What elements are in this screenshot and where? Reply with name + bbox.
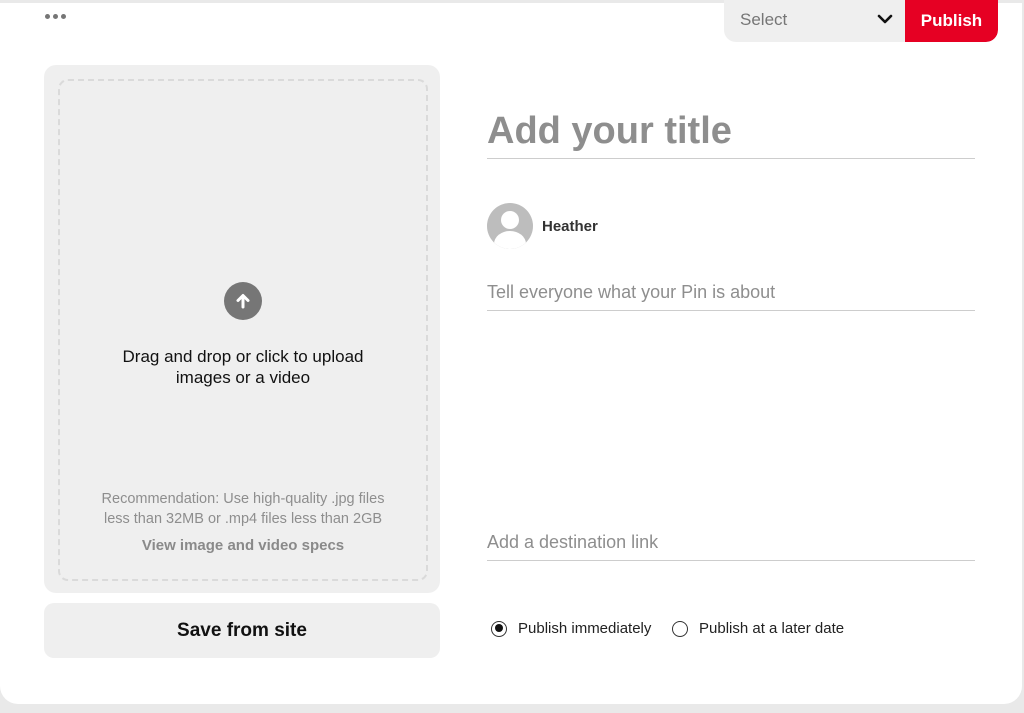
upload-panel: Drag and drop or click to upload images … [44,65,440,593]
recommendation-line1: Recommendation: Use high-quality .jpg fi… [101,491,385,507]
more-options-icon[interactable] [45,14,66,19]
recommendation-line2: less than 32MB or .mp4 files less than 2… [103,511,383,527]
publish-immediately-option[interactable]: Publish immediately [491,620,651,637]
upload-recommendation: Recommendation: Use high-quality .jpg fi… [70,489,416,529]
board-select-value: Select [740,10,788,29]
view-specs-link[interactable]: View image and video specs [80,537,406,554]
chevron-down-icon [877,14,893,24]
top-controls: Select Publish [724,0,998,42]
publish-later-label: Publish at a later date [699,620,845,637]
save-from-site-button[interactable]: Save from site [44,603,440,658]
board-select-dropdown[interactable]: Select [724,0,905,42]
publish-later-option[interactable]: Publish at a later date [672,620,844,637]
description-input[interactable] [487,275,975,311]
upload-instructions: Drag and drop or click to upload images … [80,346,406,388]
publish-immediately-radio[interactable] [491,620,507,637]
upload-dropzone[interactable]: Drag and drop or click to upload images … [58,79,428,581]
title-input[interactable] [487,104,975,159]
destination-link-input[interactable] [487,525,975,561]
avatar [487,203,533,249]
upload-instructions-line1: Drag and drop or click to upload [122,347,364,366]
upload-instructions-line2: images or a video [175,368,311,387]
user-name: Heather [542,218,598,235]
publish-later-radio[interactable] [672,620,688,637]
publish-immediately-label: Publish immediately [518,620,652,637]
arrow-up-icon [224,282,262,320]
publish-button[interactable]: Publish [905,0,998,42]
